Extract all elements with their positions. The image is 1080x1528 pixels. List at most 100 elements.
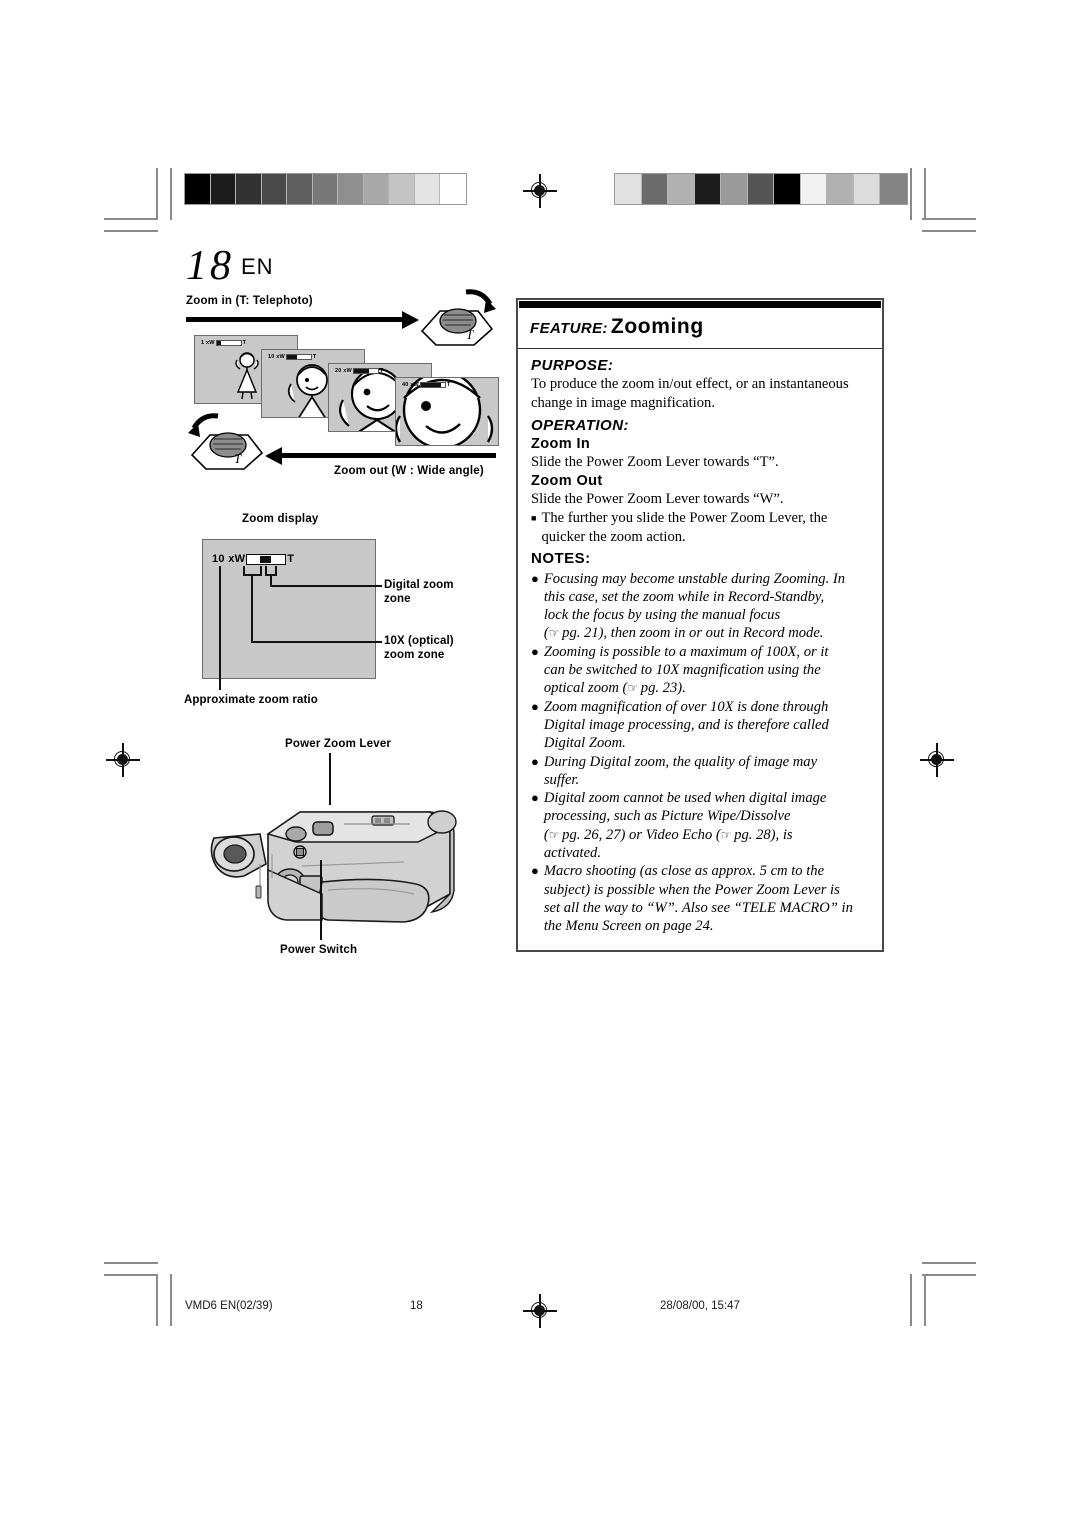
note-line: optical zoom (☞ pg. 23). [543,680,686,697]
operation-bullet-marker: ■ [531,513,537,523]
purpose-label: PURPOSE: [531,357,614,374]
grayscale-bar-right [614,173,908,205]
purpose-line-2: change in image magnification. [531,395,715,411]
note-line: Zoom magnification of over 10X is done t… [543,698,829,715]
note-item: ● Macro shooting (as close as approx. 5 c… [531,862,869,935]
zoom-screen-2-ratio: 10 x [268,354,280,360]
power-zoom-lever-icon-wide: T [188,413,264,470]
zoom-display-w: W [234,553,246,565]
operation-bullet-text: The further you slide the Power Zoom Lev… [541,509,827,546]
note-line: subject) is possible when the Power Zoom… [543,881,840,898]
page-ref-icon: ☞ [627,681,638,696]
note-line: During Digital zoom, the quality of imag… [543,753,818,770]
registration-mark-bottom [523,1294,557,1328]
grayscale-swatch [338,174,364,204]
zoom-screen-3-ratio: 20 x [335,368,347,374]
grayscale-swatch [440,174,466,204]
grayscale-swatch [312,174,338,204]
optical-zone-leader-v [251,574,253,642]
registration-mark-top [523,174,557,208]
zoom-screen-3-t: T [379,368,384,374]
notes-list: ● Focusing may become unstable during Zoo… [531,570,869,936]
note-text: Focusing may become unstable during Zoom… [544,570,869,643]
zoom-screen-2-w: W [279,354,285,360]
note-line: this case, set the zoom while in Record-… [543,588,825,605]
digital-zone-callout-line2: zone [384,593,411,605]
grayscale-swatch [800,174,827,204]
grayscale-swatch [287,174,313,204]
feature-kicker: FEATURE: [530,320,608,337]
optical-zone-callout-line2: zoom zone [384,649,445,661]
crop-mark-bottom-right [906,1256,976,1326]
digital-zone-callout: Digital zoom zone [384,578,484,606]
camcorder-figure: Power Zoom Lever Power Switch [186,738,496,988]
note-item: ● During Digital zoom, the quality of ima… [531,753,869,790]
approx-ratio-callout: Approximate zoom ratio [184,694,318,706]
zoom-out-instruction: Slide the Power Zoom Lever towards “W”. [531,491,784,508]
zoom-screen-2-t: T [312,354,317,360]
zoom-screen-4-w: W [413,382,419,388]
power-zoom-lever-label: Power Zoom Lever [285,738,392,750]
grayscale-swatch [747,174,774,204]
zoom-screen-4-subject [396,378,494,445]
grayscale-swatch [827,174,854,204]
zoom-screen-4-osd: 40 x W T [402,382,450,388]
zoom-sequence-figure: Zoom in (T: Telephoto) T 1 x W T 10 x W … [186,289,499,493]
operation-bullet-line2: quicker the zoom action. [541,528,686,545]
note-bullet: ● [531,790,539,806]
crop-mark-top-left [104,168,174,232]
note-line: Digital image processing, and is therefo… [543,716,829,733]
feature-box-topbar [519,301,881,308]
zoom-screen-4-track [419,382,446,388]
optical-zone-leader-h [251,641,382,643]
grayscale-swatch [210,174,236,204]
optical-zone-bracket-right [260,566,262,575]
zoom-screen-1-osd: 1 x W T [201,340,246,346]
note-line: can be switched to 10X magnification usi… [543,662,821,679]
page-number-value: 18 [186,243,234,289]
note-text: Zoom magnification of over 10X is done t… [544,698,869,753]
note-bullet: ● [531,863,539,879]
footer-filename: VMD6 EN(02/39) [185,1300,273,1312]
grayscale-swatch [694,174,721,204]
zoom-screen-4-ratio: 40 x [402,382,414,388]
crop-mark-top-right [906,168,976,232]
note-line: (☞ pg. 26, 27) or Video Echo (☞ pg. 28),… [543,826,793,843]
note-text: Zooming is possible to a maximum of 100X… [544,643,869,698]
optical-zone-callout-line1: 10X (optical) [384,635,454,647]
grayscale-swatch [880,174,907,204]
zoom-in-arrow-head [402,310,419,329]
grayscale-swatch [853,174,880,204]
grayscale-swatch [641,174,668,204]
note-text: Macro shooting (as close as approx. 5 cm… [544,862,869,935]
zoom-screen-3-w: W [346,368,352,374]
zoom-screen-1-track [215,340,242,346]
operation-bullet: ■ The further you slide the Power Zoom L… [531,509,869,546]
zoom-out-arrow-head [265,446,282,465]
page-number: 18 EN [186,242,274,290]
zoom-out-subheading: Zoom Out [531,473,603,489]
zoom-screen-3-osd: 20 x W T [335,368,383,374]
note-item: ● Zoom magnification of over 10X is done … [531,698,869,753]
grayscale-swatch [668,174,695,204]
page-ref-icon: ☞ [548,827,560,842]
grayscale-swatch [236,174,262,204]
note-item: ● Digital zoom cannot be used when digita… [531,789,869,862]
note-line: (☞ pg. 21), then zoom in or out in Recor… [543,625,824,642]
zoom-in-subheading: Zoom In [531,436,591,452]
page-language-code: EN [241,254,274,279]
grayscale-swatch [414,174,440,204]
zoom-display-label: Zoom display [242,513,319,525]
footer-page: 18 [410,1300,423,1312]
notes-label: NOTES: [531,550,591,568]
crop-mark-bottom-left [104,1256,174,1326]
zoom-display-t: T [287,553,295,565]
footer-timestamp: 28/08/00, 15:47 [660,1300,740,1312]
note-bullet: ● [531,643,539,659]
registration-mark-right [920,743,954,777]
power-switch-label: Power Switch [280,944,358,956]
note-line: Macro shooting (as close as approx. 5 cm… [543,863,825,880]
note-item: ● Zooming is possible to a maximum of 100… [531,643,869,698]
note-line: activated. [543,845,601,862]
note-bullet: ● [531,570,539,586]
